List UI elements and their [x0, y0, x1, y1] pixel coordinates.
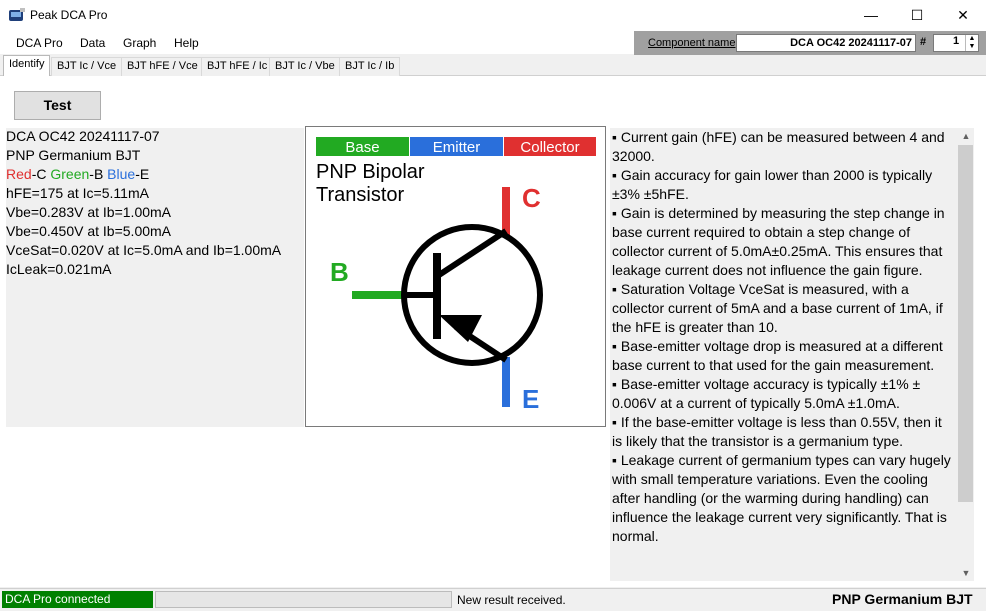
tab-bjt-hfe-ic[interactable]: BJT hFE / Ic	[201, 57, 274, 76]
transistor-diagram: Base Emitter Collector PNP Bipolar Trans…	[305, 126, 606, 427]
pin-blue-label: Blue	[107, 166, 136, 182]
status-component-type: PNP Germanium BJT	[832, 591, 973, 607]
notes-panel: ▪ Current gain (hFE) can be measured bet…	[610, 128, 958, 581]
legend-collector-label: Collector	[520, 139, 579, 156]
component-type-text: PNP Germanium BJT	[6, 147, 141, 163]
test-button[interactable]: Test	[14, 91, 101, 120]
note-item: ▪ Leakage current of germanium types can…	[612, 452, 951, 544]
legend-base-label: Base	[345, 139, 379, 156]
collector-wire	[437, 228, 508, 278]
window-title: Peak DCA Pro	[30, 8, 108, 22]
diagram-title-line1: PNP Bipolar	[316, 161, 425, 183]
note-item: ▪ Current gain (hFE) can be measured bet…	[612, 129, 945, 164]
component-name-label: Component name	[648, 37, 736, 49]
note-item: ▪ Gain accuracy for gain lower than 2000…	[612, 167, 933, 202]
note-item: ▪ Base-emitter voltage accuracy is typic…	[612, 376, 921, 411]
tab-identify[interactable]: Identify	[3, 55, 51, 77]
result-info-panel: DCA OC42 20241117-07 PNP Germanium BJT R…	[6, 128, 304, 427]
base-label: B	[330, 257, 349, 287]
note-item: ▪ Saturation Voltage VceSat is measured,…	[612, 281, 943, 335]
scroll-thumb[interactable]	[958, 145, 973, 502]
result-number-spinner[interactable]: ▲ ▼	[965, 35, 978, 51]
tab-bjt-ic-ib[interactable]: BJT Ic / Ib	[339, 57, 401, 76]
tab-bjt-ic-vbe[interactable]: BJT Ic / Vbe	[269, 57, 341, 76]
vbe-measurement-2: Vbe=0.450V at Ib=5.00mA	[6, 223, 172, 239]
pin-red-label: Red	[6, 166, 32, 182]
tab-bjt-ic-vce[interactable]: BJT Ic / Vce	[51, 57, 123, 76]
connection-status: DCA Pro connected	[2, 591, 153, 608]
status-message: New result received.	[457, 593, 566, 607]
vcesat-measurement: VceSat=0.020V at Ic=5.0mA and Ib=1.00mA	[6, 242, 282, 258]
legend-emitter-label: Emitter	[433, 139, 481, 156]
maximize-button[interactable]: ☐	[894, 0, 940, 31]
component-name-text: DCA OC42 20241117-07	[6, 128, 160, 144]
progress-bar	[155, 591, 452, 608]
tab-bjt-hfe-vce[interactable]: BJT hFE / Vce	[121, 57, 204, 76]
note-item: ▪ Base-emitter voltage drop is measured …	[612, 338, 943, 373]
menu-graph[interactable]: Graph	[123, 36, 156, 50]
scroll-down-icon[interactable]: ▼	[958, 565, 974, 581]
spin-up-icon[interactable]: ▲	[966, 35, 978, 43]
menu-help[interactable]: Help	[174, 36, 199, 50]
hfe-measurement: hFE=175 at Ic=5.11mA	[6, 185, 149, 201]
pinout-text: Red-C Green-B Blue-E	[6, 166, 149, 182]
spin-down-icon[interactable]: ▼	[966, 43, 978, 51]
pin-red-assignment: -C	[31, 166, 51, 182]
result-number-value: 1	[953, 35, 960, 47]
title-bar	[0, 0, 986, 31]
component-name-input[interactable]: DCA OC42 20241117-07	[736, 34, 916, 52]
emitter-label: E	[522, 384, 539, 414]
note-item: ▪ Gain is determined by measuring the st…	[612, 205, 945, 278]
pin-blue-assignment: -E	[135, 166, 150, 182]
vbe-measurement-1: Vbe=0.283V at Ib=1.00mA	[6, 204, 172, 220]
icleak-measurement: IcLeak=0.021mA	[6, 261, 112, 277]
collector-label: C	[522, 183, 541, 213]
close-button[interactable]: ✕	[940, 0, 986, 31]
menu-data[interactable]: Data	[80, 36, 105, 50]
pnp-symbol-svg: Base Emitter Collector PNP Bipolar Trans…	[316, 137, 596, 414]
diagram-title-line2: Transistor	[316, 184, 405, 206]
pin-green-assignment: -B	[89, 166, 108, 182]
note-item: ▪ If the base-emitter voltage is less th…	[612, 414, 942, 449]
app-icon	[8, 7, 26, 23]
scroll-up-icon[interactable]: ▲	[958, 128, 974, 144]
menu-dca-pro[interactable]: DCA Pro	[16, 36, 63, 50]
pin-green-label: Green	[50, 166, 90, 182]
result-number-label: #	[920, 36, 927, 48]
minimize-button[interactable]: —	[848, 0, 894, 31]
